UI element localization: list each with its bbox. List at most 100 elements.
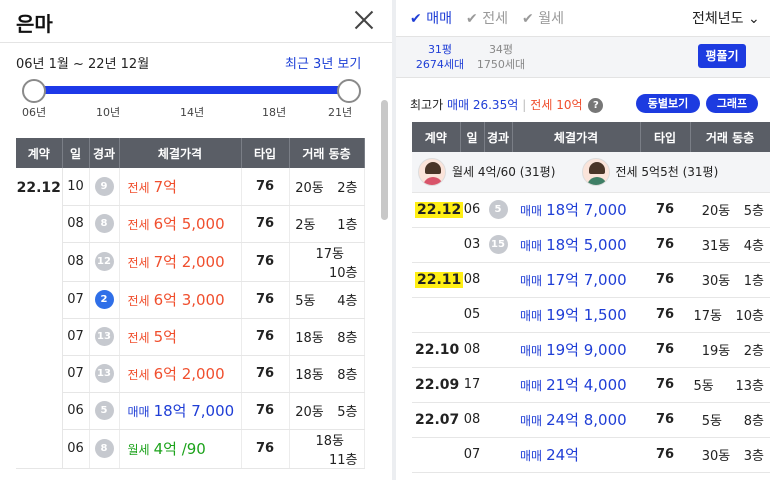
building-view-button[interactable]: 동별보기 [636,94,700,113]
table-row[interactable]: 07 2 전세 6억 3,000 76 5동 4층 [16,281,365,319]
elapsed-cell [484,332,512,368]
table-row[interactable]: 07 매매 24억 76 30동 3층 [412,437,770,473]
scrollbar[interactable] [381,100,388,220]
size-option-34[interactable]: 34평 1750세대 [472,42,530,72]
elapsed-cell: 5 [484,192,512,228]
separator: | [522,98,527,112]
price-cell: 월세 4억 /90 [119,429,242,469]
price-value: 6억 5,000 [153,215,225,233]
price-value: 4억 /90 [153,440,206,458]
expand-pyeong-button[interactable]: 평풀기 [698,44,746,68]
slider-tick-label: 06년 [22,106,47,119]
price-cell: 전세 6억 2,000 [119,355,242,393]
contract-month-cell: 22.07 [412,402,460,438]
slider-tick-label: 18년 [262,106,287,119]
elapsed-badge: 8 [94,439,114,458]
header-day[interactable]: 일 [62,138,90,168]
elapsed-badge: 2 [94,290,114,309]
elapsed-badge: 13 [94,327,114,346]
table-row[interactable]: 22.09 17 매매 21억 4,000 76 5동 13층 [412,367,770,403]
price-value: 18억 7,000 [153,402,235,420]
table-row[interactable]: 03 15 매매 18억 5,000 76 31동 4층 [412,227,770,263]
table-row[interactable]: 22.12 06 5 매매 18억 7,000 76 20동 5층 [412,192,770,228]
table-row[interactable]: 06 8 월세 4억 /90 76 18동11층 [16,429,365,469]
floor-value: 4층 [337,294,358,309]
header-type[interactable]: 타입 [640,122,691,152]
table-row[interactable]: 06 5 매매 18억 7,000 76 20동 5층 [16,392,365,430]
tab-jeonse[interactable]: ✔ 전세 [466,8,508,28]
building-floor-cell: 20동 2층 [289,168,365,206]
building-value: 2동 [295,218,316,233]
header-price[interactable]: 체결가격 [512,122,641,152]
header-elapsed[interactable]: 경과 [484,122,513,152]
right-transaction-table: 계약 일 경과 체결가격 타입 거래 동층 월세 4억/60 (31평) 전세 [412,122,770,473]
rent-listing[interactable]: 월세 4억/60 (31평) [418,157,555,186]
price-cell: 전세 5억 [119,318,242,356]
year-select[interactable]: 전체년도 ⌄ [692,8,760,28]
graph-button[interactable]: 그래프 [706,94,758,113]
price-cell: 매매 18억 7,000 [119,392,242,430]
contract-month: 22.10 [415,341,460,358]
slider-start-handle[interactable] [22,79,46,103]
price-value: 7억 2,000 [153,253,225,271]
header-type[interactable]: 타입 [241,138,290,168]
recent-3-years-link[interactable]: 최근 3년 보기 [285,53,361,72]
slider-end-handle[interactable] [337,79,361,103]
price-type: 매매 [127,405,150,419]
building-value: 5동 [701,414,722,429]
period-slider-track[interactable] [34,86,350,94]
size-households: 2674세대 [415,58,465,71]
header-elapsed[interactable]: 경과 [89,138,120,168]
price-type: 전세 [127,256,150,270]
header-building-floor[interactable]: 거래 동층 [289,138,365,168]
building-floor-cell: 5동 13층 [690,367,770,403]
table-row[interactable]: 22.07 08 매매 24억 8,000 76 5동 8층 [412,402,770,438]
day-cell: 05 [460,297,484,333]
left-panel: 은마 06년 1월 ~ 22년 12월 최근 3년 보기 06년 10년 14년… [0,0,392,480]
help-icon[interactable]: ? [588,98,604,113]
table-row[interactable]: 07 13 전세 5억 76 18동 8층 [16,318,365,356]
header-building-floor[interactable]: 거래 동층 [690,122,770,152]
floor-value: 5층 [743,204,764,219]
header-contract[interactable]: 계약 [412,122,461,152]
table-header-row: 계약 일 경과 체결가격 타입 거래 동층 [412,122,770,152]
type-cell: 76 [640,262,690,298]
floor-value: 11층 [328,452,358,468]
slider-tick-label: 14년 [180,106,205,119]
price-type: 매매 [520,309,543,323]
table-row[interactable]: 22.12 10 9 전세 7억 76 20동 2층 [16,168,365,469]
header-contract[interactable]: 계약 [16,138,63,168]
size-households: 1750세대 [476,58,526,71]
header-day[interactable]: 일 [460,122,485,152]
floor-value: 13층 [735,379,764,394]
table-row[interactable]: 08 8 전세 6억 5,000 76 2동 1층 [16,205,365,243]
jeonse-listing[interactable]: 전세 5억5천 (31평) [581,157,718,186]
price-type: 매매 [520,379,543,393]
elapsed-cell [484,297,512,333]
price-value: 17억 7,000 [546,271,627,289]
type-cell: 76 [241,355,290,393]
table-row[interactable]: 07 13 전세 6억 2,000 76 18동 8층 [16,355,365,393]
day-cell: 08 [460,332,484,368]
max-mae-price: 매매 26.35억 [446,98,519,112]
type-cell: 76 [241,242,290,282]
tab-label: 매매 [426,11,452,27]
day-cell: 03 [460,227,484,263]
close-icon[interactable] [352,8,376,32]
table-row[interactable]: 22.11 08 매매 17억 7,000 76 30동 1층 [412,262,770,298]
table-row[interactable]: 22.10 08 매매 19억 9,000 76 19동 2층 [412,332,770,368]
tab-wolse[interactable]: ✔ 월세 [522,8,564,28]
table-row[interactable]: 08 12 전세 7억 2,000 76 17동10층 [16,242,365,282]
price-value: 21억 4,000 [546,376,627,394]
size-pyeong: 31평 [427,43,453,56]
tab-mae[interactable]: ✔ 매매 [410,8,452,28]
day-cell: 08 [460,262,484,298]
price-type: 매매 [520,344,543,358]
type-cell: 76 [640,227,690,263]
table-row[interactable]: 05 매매 19억 1,500 76 17동 10층 [412,297,770,333]
header-price[interactable]: 체결가격 [119,138,242,168]
elapsed-cell [484,367,512,403]
price-type: 전세 [127,331,150,345]
size-option-31[interactable]: 31평 2674세대 [410,42,470,72]
left-transaction-table: 계약 일 경과 체결가격 타입 거래 동층 22.12 10 9 전세 7억 76 20동 2… [16,138,365,469]
